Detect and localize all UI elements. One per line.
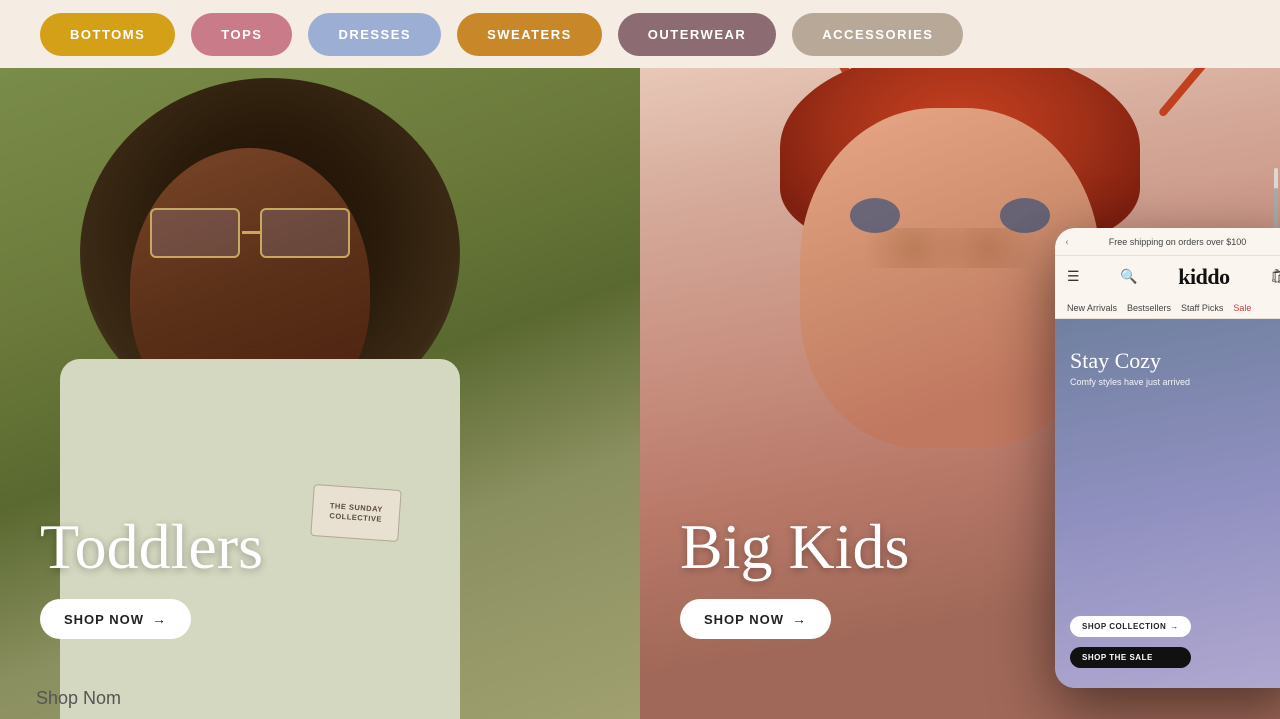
hero-bigkids-panel: Big Kids SHOP NOW → ‹ Free shipping on o… <box>640 68 1280 719</box>
phone-hero-subtitle: Comfy styles have just arrived <box>1070 377 1190 387</box>
right-eye <box>1000 198 1050 233</box>
phone-nav: ☰ 🔍 kiddo 🛍 <box>1055 256 1280 298</box>
phone-menu-bar: New Arrivals Bestsellers Staff Picks Sal… <box>1055 298 1280 319</box>
toddlers-label: Toddlers SHOP NOW → <box>40 515 263 639</box>
phone-menu-staff-picks[interactable]: Staff Picks <box>1177 298 1227 318</box>
phone-hamburger-icon[interactable]: ☰ <box>1067 269 1080 286</box>
phone-screen: ‹ Free shipping on orders over $100 › ☰ … <box>1055 228 1280 688</box>
phone-hero-title: Stay Cozy <box>1070 349 1190 373</box>
phone-cart-icon[interactable]: 🛍 <box>1270 269 1280 286</box>
category-bar: BOTTOMS TOPS DRESSES SWEATERS OUTERWEAR … <box>0 0 1280 68</box>
phone-menu-new-arrivals[interactable]: New Arrivals <box>1063 298 1121 318</box>
shirt-tag: THE SUNDAY COLLECTIVE <box>310 484 401 542</box>
phone-shop-sale-label: SHOP THE SALE <box>1082 653 1153 662</box>
category-bottoms-button[interactable]: BOTTOMS <box>40 13 175 56</box>
phone-hero-overlay-text: Stay Cozy Comfy styles have just arrived <box>1070 349 1190 387</box>
bigkids-shop-label: SHOP NOW <box>704 612 784 627</box>
phone-shop-collection-label: SHOP COLLECTION <box>1082 622 1166 631</box>
shirt-tag-line2: COLLECTIVE <box>329 511 382 525</box>
child-nose <box>235 328 265 348</box>
category-accessories-button[interactable]: ACCESSORIES <box>792 13 963 56</box>
category-sweaters-button[interactable]: SWEATERS <box>457 13 602 56</box>
phone-hero-buttons: SHOP COLLECTION → SHOP THE SALE <box>1070 608 1191 668</box>
bigkids-title: Big Kids <box>680 515 909 579</box>
hero-section: THE SUNDAY COLLECTIVE Toddlers SHOP NOW … <box>0 68 1280 719</box>
phone-search-icon[interactable]: 🔍 <box>1120 269 1137 286</box>
shop-nom-text: Shop Nom <box>36 688 121 708</box>
shop-nom-label: Shop Nom <box>36 688 121 709</box>
phone-shop-collection-button[interactable]: SHOP COLLECTION → <box>1070 616 1191 637</box>
freckles <box>860 228 1040 268</box>
category-outerwear-button[interactable]: OUTERWEAR <box>618 13 776 56</box>
glasses-left-lens <box>150 208 240 258</box>
phone-hero-image: Stay Cozy Comfy styles have just arrived… <box>1055 319 1280 688</box>
hero-toddlers-panel: THE SUNDAY COLLECTIVE Toddlers SHOP NOW … <box>0 68 640 719</box>
phone-banner-left-arrow[interactable]: ‹ <box>1065 234 1069 249</box>
phone-shop-collection-arrow: → <box>1170 622 1179 631</box>
glasses-bridge <box>242 231 260 234</box>
category-dresses-button[interactable]: DRESSES <box>308 13 441 56</box>
phone-banner-text: Free shipping on orders over $100 <box>1109 237 1247 247</box>
phone-menu-bestsellers[interactable]: Bestsellers <box>1123 298 1175 318</box>
toddlers-shop-label: SHOP NOW <box>64 612 144 627</box>
phone-shop-sale-button[interactable]: SHOP THE SALE <box>1070 647 1191 668</box>
phone-banner: ‹ Free shipping on orders over $100 › <box>1055 228 1280 256</box>
bigkids-shop-button[interactable]: SHOP NOW → <box>680 599 831 639</box>
hair-strand-5 <box>1158 68 1235 118</box>
phone-menu-sale[interactable]: Sale <box>1229 298 1255 318</box>
bigkids-label: Big Kids SHOP NOW → <box>680 515 909 639</box>
category-tops-button[interactable]: TOPS <box>191 13 292 56</box>
glasses-right-lens <box>260 208 350 258</box>
phone-mockup: ‹ Free shipping on orders over $100 › ☰ … <box>1055 228 1280 688</box>
toddlers-shop-button[interactable]: SHOP NOW → <box>40 599 191 639</box>
phone-logo[interactable]: kiddo <box>1178 264 1229 290</box>
bigkids-shop-arrow-icon: → <box>792 611 807 627</box>
toddlers-title: Toddlers <box>40 515 263 579</box>
left-eye <box>850 198 900 233</box>
toddlers-shop-arrow-icon: → <box>152 611 167 627</box>
